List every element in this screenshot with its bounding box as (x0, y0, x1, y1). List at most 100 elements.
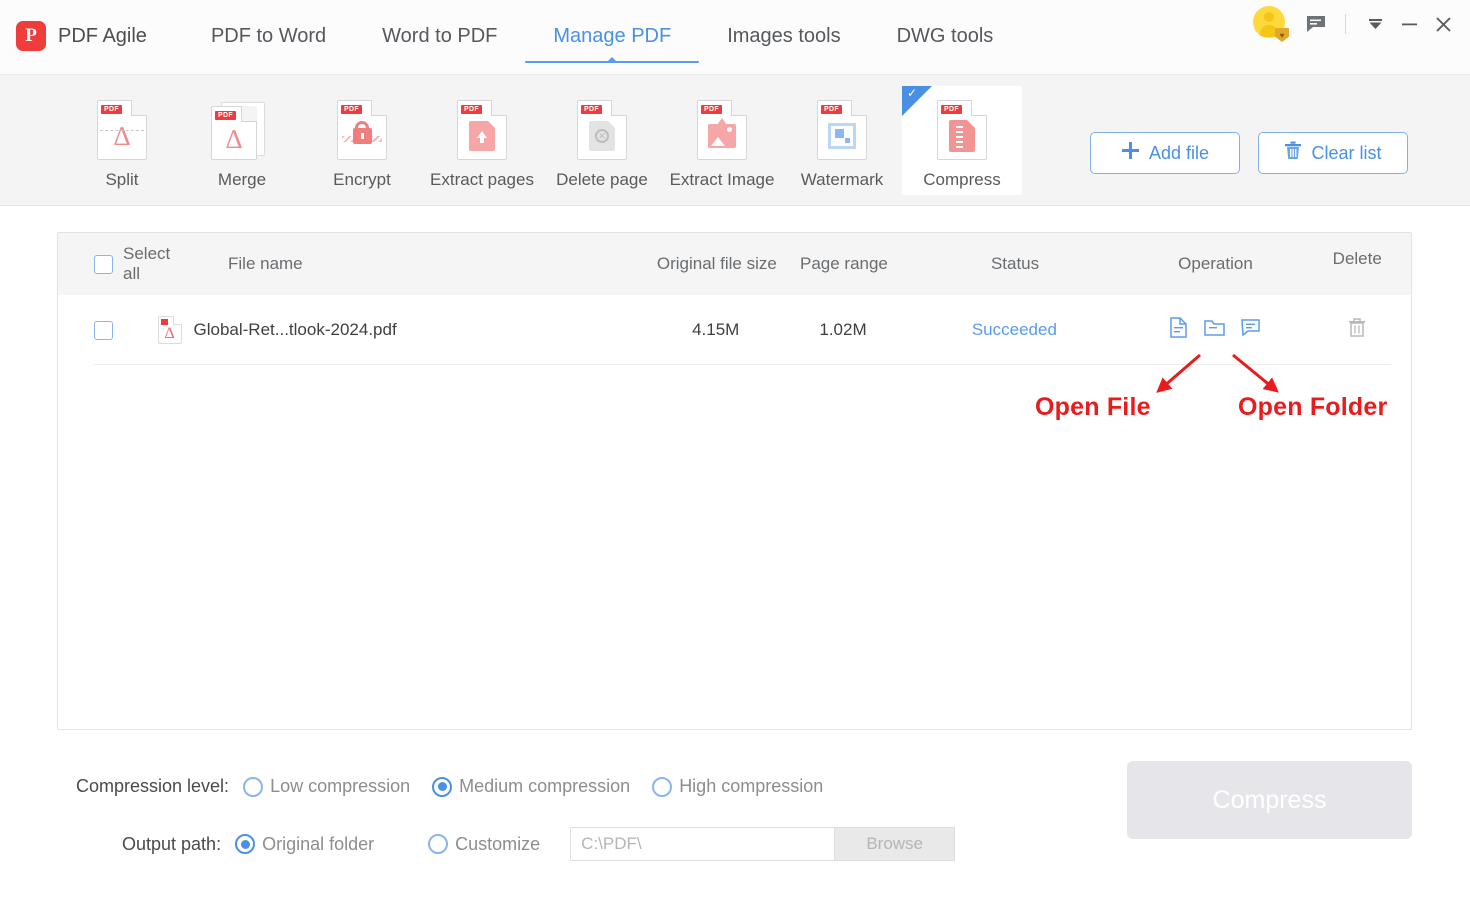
tool-label: Merge (217, 170, 267, 189)
nav-label: PDF to Word (210, 25, 327, 47)
split-icon: PDF ∆ (97, 100, 147, 160)
extract-image-icon: PDF (697, 100, 747, 160)
row-page-range: 1.02M (819, 320, 867, 339)
row-operation-cell (1127, 317, 1303, 343)
browse-button[interactable]: Browse (835, 827, 956, 861)
tool-label: Encrypt (333, 170, 391, 189)
tool-label: Extract pages (430, 170, 534, 189)
nav-item-pdf-to-word[interactable]: PDF to Word (211, 0, 326, 72)
row-checkbox[interactable] (94, 320, 113, 340)
select-all-cell: Select all (58, 244, 170, 284)
column-original-file-size: Original file size (656, 254, 777, 273)
tool-delete-page[interactable]: PDF ✕ Delete page (542, 86, 662, 195)
extract-pages-icon: PDF (457, 100, 507, 160)
compression-level-label: Compression level: (76, 776, 230, 796)
column-operation: Operation (1178, 254, 1253, 273)
tool-label: Extract Image (669, 170, 775, 189)
compression-level-row: Compression level: Low compression Mediu… (76, 776, 823, 797)
column-delete: Delete (1332, 249, 1382, 268)
column-status: Status (990, 254, 1040, 273)
divider (1345, 14, 1346, 34)
message-icon[interactable] (1299, 7, 1333, 41)
tools-toolbar: PDF ∆ Split PDF ∆ Merge PDF Encrypt PDF … (0, 75, 1470, 206)
open-file-icon[interactable] (1169, 317, 1188, 343)
radio-medium-compression[interactable]: Medium compression (432, 776, 630, 797)
title-bar: P PDF Agile PDF to Word Word to PDF Mana… (0, 0, 1470, 75)
merge-icon: PDF ∆ (211, 100, 273, 160)
nav-item-dwg-tools[interactable]: DWG tools (897, 0, 994, 72)
toolbar-actions: Add file Clear list (1090, 132, 1408, 174)
close-button[interactable] (1426, 9, 1460, 39)
tool-label: Compress (923, 170, 1001, 189)
delete-page-icon: PDF ✕ (577, 100, 627, 160)
radio-icon (652, 776, 673, 797)
tool-compress[interactable]: ✓ PDF Compress (902, 86, 1022, 195)
window-controls: ♥ (1253, 6, 1460, 42)
radio-high-compression[interactable]: High compression (652, 776, 823, 797)
row-original-file-size: 4.15M (692, 320, 740, 339)
row-delete-cell (1303, 317, 1411, 343)
column-file-name: File name (228, 254, 303, 273)
active-tab-notch-icon (607, 57, 618, 62)
row-select-cell (58, 320, 118, 340)
nav-item-images-tools[interactable]: Images tools (727, 0, 840, 72)
compress-button[interactable]: Compress (1127, 761, 1412, 839)
output-path-label: Output path: (122, 833, 222, 854)
radio-icon (235, 834, 256, 854)
brand: P PDF Agile (0, 0, 155, 72)
clear-list-button[interactable]: Clear list (1258, 132, 1408, 174)
nav-item-word-to-pdf[interactable]: Word to PDF (382, 0, 497, 72)
watermark-icon: PDF (817, 100, 867, 160)
nav-label: Images tools (727, 25, 841, 47)
radio-icon (428, 834, 449, 854)
check-icon: ✓ (907, 86, 918, 100)
nav-item-manage-pdf[interactable]: Manage PDF (525, 0, 700, 72)
open-folder-icon[interactable] (1204, 318, 1225, 342)
tool-merge[interactable]: PDF ∆ Merge (182, 86, 302, 195)
minimize-button[interactable] (1392, 9, 1426, 39)
tool-encrypt[interactable]: PDF Encrypt (302, 86, 422, 195)
nav-label: DWG tools (896, 25, 994, 47)
avatar[interactable]: ♥ (1253, 6, 1289, 42)
nav-label: Manage PDF (553, 25, 672, 47)
tool-label: Watermark (800, 170, 884, 189)
tool-label: Delete page (556, 170, 648, 189)
output-path-input[interactable]: C:\PDF\ (570, 827, 836, 861)
select-all-checkbox[interactable] (94, 254, 113, 274)
delete-row-trash-icon[interactable] (1347, 318, 1367, 342)
tool-extract-image[interactable]: PDF Extract Image (662, 86, 782, 195)
row-status: Succeeded (902, 320, 1127, 340)
radio-icon (243, 776, 264, 797)
column-page-range: Page range (799, 254, 888, 273)
trash-icon (1284, 141, 1302, 165)
tool-label: Split (105, 170, 139, 189)
nav-label: Word to PDF (382, 25, 498, 47)
file-name-text: Global-Ret...tlook-2024.pdf (193, 320, 397, 339)
output-path-row: Output path: Original folder Customize C… (122, 827, 956, 861)
annotation-open-folder: Open Folder (1238, 393, 1388, 421)
status-badge: Succeeded (971, 320, 1057, 339)
tool-extract-pages[interactable]: PDF Extract pages (422, 86, 542, 195)
add-file-label: Add file (1148, 142, 1210, 163)
tool-split[interactable]: PDF ∆ Split (62, 86, 182, 195)
settings-area: Compression level: Low compression Mediu… (0, 760, 1470, 900)
compress-icon: PDF (937, 100, 987, 160)
vip-badge-icon: ♥ (1275, 28, 1289, 42)
add-file-button[interactable]: Add file (1090, 132, 1240, 174)
file-list-header: Select all File name Original file size … (58, 233, 1411, 295)
row-file-name-cell: ∆ Global-Ret...tlook-2024.pdf (118, 316, 648, 344)
main-nav: PDF to Word Word to PDF Manage PDF Image… (155, 0, 993, 75)
feedback-icon[interactable] (1241, 318, 1261, 342)
tool-watermark[interactable]: PDF Watermark (782, 86, 902, 195)
dropdown-arrow-icon[interactable] (1358, 9, 1392, 39)
file-list-panel: Select all File name Original file size … (57, 232, 1412, 730)
app-logo-icon: P (16, 21, 46, 51)
annotation-open-file: Open File (1035, 393, 1151, 421)
radio-customize[interactable]: Customize (428, 834, 540, 855)
pdf-file-icon: ∆ (157, 316, 182, 344)
radio-icon (432, 776, 453, 797)
radio-low-compression[interactable]: Low compression (243, 776, 410, 797)
app-title: PDF Agile (58, 24, 147, 47)
plus-icon (1121, 141, 1140, 165)
radio-original-folder[interactable]: Original folder (235, 834, 374, 855)
